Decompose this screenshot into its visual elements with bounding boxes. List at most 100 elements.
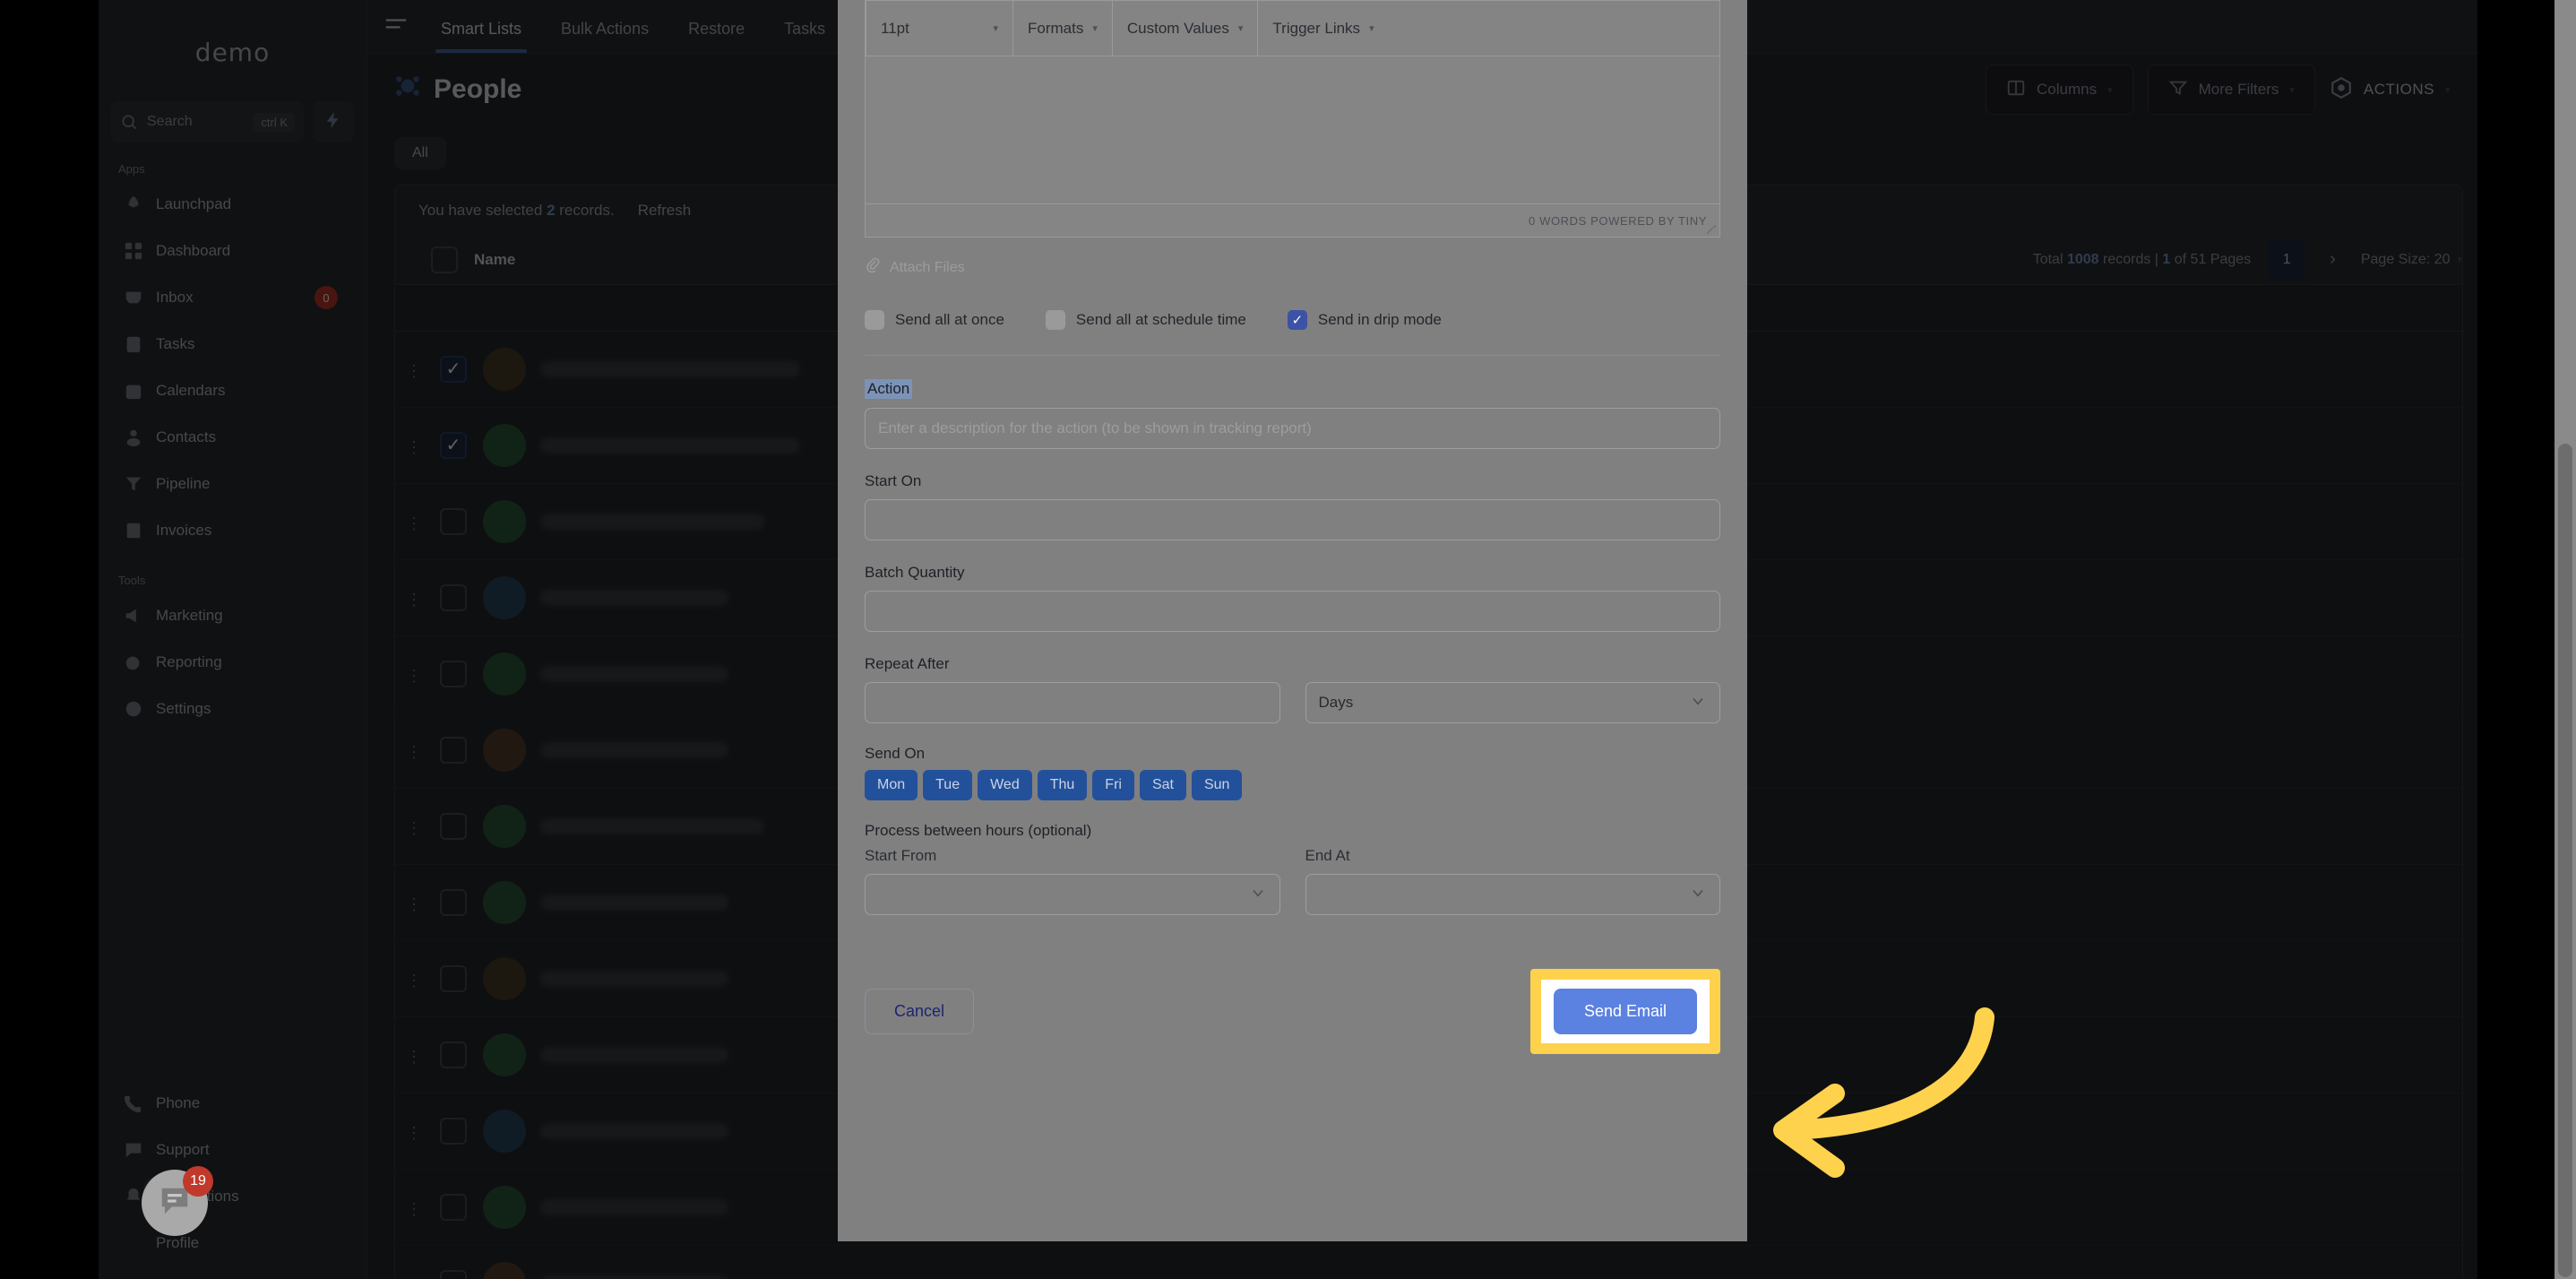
modal-footer: Cancel Send Email <box>865 969 1720 1054</box>
email-body-editor[interactable] <box>865 56 1720 203</box>
sidebar-item-tasks[interactable]: Tasks <box>108 321 358 367</box>
cancel-button[interactable]: Cancel <box>865 989 975 1034</box>
row-checkbox[interactable] <box>440 1041 467 1068</box>
repeat-after-input[interactable] <box>865 682 1280 723</box>
row-checkbox[interactable] <box>440 432 467 459</box>
chevron-down-icon: ▾ <box>1369 23 1374 34</box>
select-all-checkbox[interactable] <box>431 246 458 273</box>
chevron-right-icon[interactable]: › <box>2322 249 2343 270</box>
sidebar-item-contacts[interactable]: Contacts <box>108 414 358 461</box>
row-checkbox[interactable] <box>440 356 467 383</box>
send-on-day-thu[interactable]: Thu <box>1037 770 1088 800</box>
end-at-select[interactable] <box>1305 874 1720 915</box>
row-menu-icon[interactable]: ⋮ <box>404 363 424 379</box>
pagination-summary: Total 1008 records | 1 of 51 Pages <box>2033 252 2251 268</box>
row-menu-icon[interactable]: ⋮ <box>404 439 424 455</box>
sidebar-item-pipeline[interactable]: Pipeline <box>108 461 358 507</box>
row-menu-icon[interactable]: ⋮ <box>404 1049 424 1065</box>
row-checkbox[interactable] <box>440 1270 467 1279</box>
row-checkbox[interactable] <box>440 1118 467 1145</box>
sidebar-item-settings[interactable]: Settings <box>108 686 358 732</box>
contact-name <box>540 1275 728 1279</box>
checkbox-icon <box>865 310 884 330</box>
sidebar-item-label: Launchpad <box>156 195 232 212</box>
sidebar-item-launchpad[interactable]: Launchpad <box>108 181 358 228</box>
row-menu-icon[interactable]: ⋮ <box>404 592 424 608</box>
font-size-value: 11pt <box>881 19 909 37</box>
chat-widget-button[interactable]: 19 <box>142 1166 213 1236</box>
send-on-day-fri[interactable]: Fri <box>1092 770 1134 800</box>
sidebar-item-label: Settings <box>156 700 211 717</box>
send-mode-all-at-once[interactable]: Send all at once <box>865 310 1004 330</box>
tab-smart-lists[interactable]: Smart Lists <box>421 20 541 53</box>
repeat-unit-select[interactable]: Days <box>1305 682 1720 723</box>
trigger-links-menu[interactable]: Trigger Links ▾ <box>1258 1 1388 56</box>
table-row[interactable]: ⋮ <box>395 1246 2462 1279</box>
start-from-select[interactable] <box>865 874 1280 915</box>
sidebar-item-inbox[interactable]: Inbox 0 <box>108 274 358 321</box>
actions-button[interactable]: ACTIONS ▾ <box>2330 76 2451 104</box>
send-email-button[interactable]: Send Email <box>1553 989 1697 1034</box>
sidebar-item-support[interactable]: Support <box>108 1127 358 1173</box>
sidebar-item-profile[interactable]: Profile <box>108 1220 358 1266</box>
tab-bulk-actions[interactable]: Bulk Actions <box>541 20 668 53</box>
repeat-after-field-group: Repeat After Days <box>865 632 1720 723</box>
row-menu-icon[interactable]: ⋮ <box>404 515 424 531</box>
send-mode-drip[interactable]: Send in drip mode <box>1287 310 1442 330</box>
action-description-input[interactable]: Enter a description for the action (to b… <box>865 408 1720 449</box>
row-checkbox[interactable] <box>440 737 467 764</box>
sidebar-item-reporting[interactable]: Reporting <box>108 639 358 686</box>
calendar-icon <box>124 381 143 401</box>
scrollbar-thumb[interactable] <box>2558 444 2572 1277</box>
more-filters-button[interactable]: More Filters ▾ <box>2147 65 2315 115</box>
vertical-scrollbar[interactable] <box>2554 0 2576 1279</box>
sidebar-item-marketing[interactable]: Marketing <box>108 592 358 639</box>
send-on-day-tue[interactable]: Tue <box>923 770 973 800</box>
sidebar-item-dashboard[interactable]: Dashboard <box>108 228 358 274</box>
tab-tasks[interactable]: Tasks <box>764 20 845 53</box>
row-menu-icon[interactable]: ⋮ <box>404 896 424 912</box>
refresh-link[interactable]: Refresh <box>638 202 692 220</box>
formats-menu[interactable]: Formats ▾ <box>1013 0 1113 56</box>
row-checkbox[interactable] <box>440 661 467 687</box>
columns-button[interactable]: Columns ▾ <box>1986 65 2133 115</box>
custom-values-menu[interactable]: Custom Values ▾ <box>1113 0 1259 56</box>
row-menu-icon[interactable]: ⋮ <box>404 972 424 989</box>
send-on-day-wed[interactable]: Wed <box>978 770 1032 800</box>
row-menu-icon[interactable]: ⋮ <box>404 1201 424 1217</box>
page-number-button[interactable]: 1 <box>2269 238 2305 281</box>
send-mode-schedule-time[interactable]: Send all at schedule time <box>1045 310 1246 330</box>
sidebar-item-label: Marketing <box>156 607 223 624</box>
row-checkbox[interactable] <box>440 584 467 611</box>
filter-chip-all[interactable]: All <box>394 137 446 169</box>
send-on-day-toggles: Mon Tue Wed Thu Fri Sat Sun <box>865 770 1720 800</box>
sidebar: demo Search ctrl K Apps Launchpad Dashbo… <box>99 0 367 1279</box>
row-menu-icon[interactable]: ⋮ <box>404 1125 424 1141</box>
filter-icon <box>2168 78 2188 102</box>
resize-grip-icon[interactable] <box>1707 225 1716 234</box>
row-checkbox[interactable] <box>440 813 467 840</box>
row-menu-icon[interactable]: ⋮ <box>404 820 424 836</box>
row-checkbox[interactable] <box>440 1194 467 1221</box>
batch-quantity-input[interactable] <box>865 591 1720 632</box>
sidebar-item-invoices[interactable]: Invoices <box>108 507 358 554</box>
font-size-select[interactable]: 11pt ▾ <box>866 0 1013 56</box>
attach-files-button[interactable]: Attach Files <box>865 257 1720 278</box>
tab-restore[interactable]: Restore <box>668 20 764 53</box>
sidebar-item-phone[interactable]: Phone <box>108 1080 358 1127</box>
row-menu-icon[interactable]: ⋮ <box>404 668 424 684</box>
row-checkbox[interactable] <box>440 965 467 992</box>
start-on-input[interactable] <box>865 499 1720 540</box>
sidebar-item-calendars[interactable]: Calendars <box>108 367 358 414</box>
row-checkbox[interactable] <box>440 889 467 916</box>
send-on-day-mon[interactable]: Mon <box>865 770 918 800</box>
row-checkbox[interactable] <box>440 508 467 535</box>
hamburger-icon[interactable] <box>383 16 409 37</box>
search-input[interactable]: Search ctrl K <box>111 101 304 143</box>
page-size-select[interactable]: Page Size: 20 ▾ <box>2361 252 2462 268</box>
quick-actions-button[interactable] <box>313 101 354 143</box>
megaphone-icon <box>124 606 143 626</box>
send-on-day-sun[interactable]: Sun <box>1191 770 1243 800</box>
row-menu-icon[interactable]: ⋮ <box>404 744 424 760</box>
send-on-day-sat[interactable]: Sat <box>1139 770 1186 800</box>
